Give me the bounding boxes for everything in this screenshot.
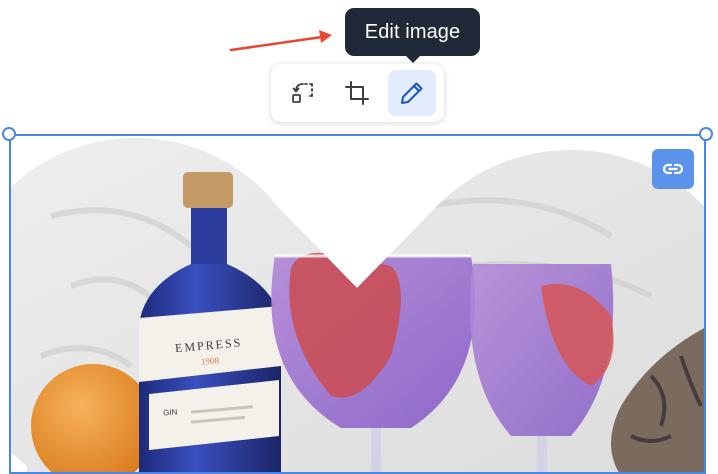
annotation-arrow: [229, 30, 332, 52]
edit-image-tooltip: Edit image: [345, 8, 480, 56]
replace-image-button[interactable]: [279, 70, 327, 116]
link-button[interactable]: [652, 149, 694, 189]
tooltip-tail: [405, 55, 421, 63]
heart-shaped-image[interactable]: EMPRESS 1908 GIN: [11, 136, 706, 474]
tooltip-text: Edit image: [364, 20, 461, 43]
image-selection-frame[interactable]: EMPRESS 1908 GIN: [9, 134, 706, 474]
image-toolbar: [271, 64, 444, 122]
pencil-icon: [401, 82, 423, 104]
crop-icon: [345, 81, 369, 105]
resize-handle-top-left[interactable]: [2, 127, 16, 141]
bottle-cork: [183, 172, 233, 208]
svg-text:1908: 1908: [201, 355, 220, 367]
replace-image-icon: [292, 83, 313, 103]
svg-text:GIN: GIN: [163, 407, 178, 417]
crop-button[interactable]: [333, 70, 381, 116]
edit-image-button[interactable]: [388, 70, 436, 116]
resize-handle-top-right[interactable]: [699, 127, 713, 141]
link-icon: [662, 163, 684, 175]
